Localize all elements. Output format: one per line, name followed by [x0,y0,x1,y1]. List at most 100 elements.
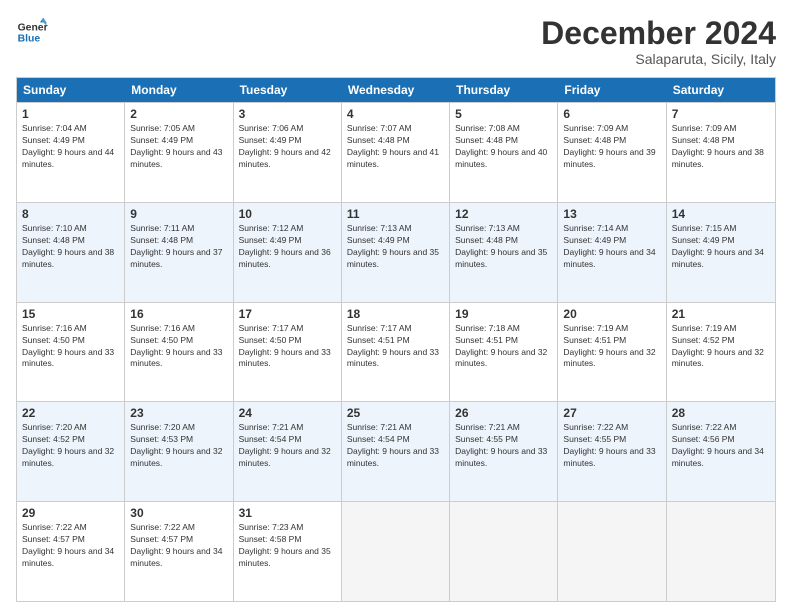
day-cell: 15Sunrise: 7:16 AM Sunset: 4:50 PM Dayli… [17,303,125,402]
day-info: Sunrise: 7:04 AM Sunset: 4:49 PM Dayligh… [22,123,119,171]
day-cell: 29 Sunrise: 7:22 AM Sunset: 4:57 PM Dayli… [17,502,125,601]
day-info: Sunrise: 7:21 AM Sunset: 4:54 PM Dayligh… [239,422,336,470]
day-number: 8 [22,207,119,221]
day-number: 31 [239,506,336,520]
day-cell: 31 Sunrise: 7:23 AM Sunset: 4:58 PM Dayli… [234,502,342,601]
day-info: Sunrise: 7:21 AM Sunset: 4:54 PM Dayligh… [347,422,444,470]
calendar-row: 8 Sunrise: 7:10 AM Sunset: 4:48 PM Daylig… [17,202,775,302]
day-info: Sunrise: 7:10 AM Sunset: 4:48 PM Dayligh… [22,223,119,271]
svg-text:General: General [18,22,48,33]
title-area: December 2024 Salaparuta, Sicily, Italy [541,16,776,67]
day-cell: 6 Sunrise: 7:09 AM Sunset: 4:48 PM Daylig… [558,103,666,202]
day-number: 20 [563,307,660,321]
day-number: 28 [672,406,770,420]
day-cell: 17Sunrise: 7:17 AM Sunset: 4:50 PM Dayli… [234,303,342,402]
day-cell: 2 Sunrise: 7:05 AM Sunset: 4:49 PM Daylig… [125,103,233,202]
day-cell: 24 Sunrise: 7:21 AM Sunset: 4:54 PM Dayli… [234,402,342,501]
day-number: 16 [130,307,227,321]
day-info: Sunrise: 7:19 AM Sunset: 4:52 PM Dayligh… [672,323,770,371]
day-info: Sunrise: 7:22 AM Sunset: 4:57 PM Dayligh… [22,522,119,570]
day-number: 5 [455,107,552,121]
calendar: SundayMondayTuesdayWednesdayThursdayFrid… [16,77,776,602]
empty-cell [342,502,450,601]
day-cell: 28 Sunrise: 7:22 AM Sunset: 4:56 PM Dayli… [667,402,775,501]
day-info: Sunrise: 7:13 AM Sunset: 4:49 PM Dayligh… [347,223,444,271]
day-cell: 7 Sunrise: 7:09 AM Sunset: 4:48 PM Daylig… [667,103,775,202]
calendar-row: 15Sunrise: 7:16 AM Sunset: 4:50 PM Dayli… [17,302,775,402]
empty-cell [558,502,666,601]
page-header: General Blue December 2024 Salaparuta, S… [16,16,776,67]
day-number: 2 [130,107,227,121]
empty-cell [667,502,775,601]
day-number: 11 [347,207,444,221]
month-title: December 2024 [541,16,776,51]
weekday-header: Wednesday [342,78,450,102]
day-number: 23 [130,406,227,420]
day-info: Sunrise: 7:18 AM Sunset: 4:51 PM Dayligh… [455,323,552,371]
day-cell: 1Sunrise: 7:04 AM Sunset: 4:49 PM Daylig… [17,103,125,202]
logo-icon: General Blue [16,16,48,48]
day-info: Sunrise: 7:12 AM Sunset: 4:49 PM Dayligh… [239,223,336,271]
day-cell: 4 Sunrise: 7:07 AM Sunset: 4:48 PM Daylig… [342,103,450,202]
day-number: 29 [22,506,119,520]
day-info: Sunrise: 7:08 AM Sunset: 4:48 PM Dayligh… [455,123,552,171]
day-info: Sunrise: 7:09 AM Sunset: 4:48 PM Dayligh… [563,123,660,171]
day-cell: 16Sunrise: 7:16 AM Sunset: 4:50 PM Dayli… [125,303,233,402]
day-cell: 25 Sunrise: 7:21 AM Sunset: 4:54 PM Dayli… [342,402,450,501]
day-cell: 27 Sunrise: 7:22 AM Sunset: 4:55 PM Dayli… [558,402,666,501]
calendar-row: 29 Sunrise: 7:22 AM Sunset: 4:57 PM Dayli… [17,501,775,601]
day-cell: 8 Sunrise: 7:10 AM Sunset: 4:48 PM Daylig… [17,203,125,302]
day-number: 12 [455,207,552,221]
day-info: Sunrise: 7:07 AM Sunset: 4:48 PM Dayligh… [347,123,444,171]
day-info: Sunrise: 7:21 AM Sunset: 4:55 PM Dayligh… [455,422,552,470]
weekday-header: Monday [125,78,233,102]
day-cell: 13 Sunrise: 7:14 AM Sunset: 4:49 PM Dayli… [558,203,666,302]
logo: General Blue [16,16,48,48]
day-info: Sunrise: 7:13 AM Sunset: 4:48 PM Dayligh… [455,223,552,271]
day-number: 7 [672,107,770,121]
day-info: Sunrise: 7:05 AM Sunset: 4:49 PM Dayligh… [130,123,227,171]
day-cell: 21 Sunrise: 7:19 AM Sunset: 4:52 PM Dayli… [667,303,775,402]
day-info: Sunrise: 7:22 AM Sunset: 4:57 PM Dayligh… [130,522,227,570]
day-number: 17 [239,307,336,321]
empty-cell [450,502,558,601]
day-info: Sunrise: 7:19 AM Sunset: 4:51 PM Dayligh… [563,323,660,371]
day-number: 10 [239,207,336,221]
day-number: 6 [563,107,660,121]
weekday-header: Sunday [17,78,125,102]
day-number: 4 [347,107,444,121]
day-cell: 10 Sunrise: 7:12 AM Sunset: 4:49 PM Dayli… [234,203,342,302]
weekday-header: Friday [558,78,666,102]
day-number: 24 [239,406,336,420]
day-cell: 14Sunrise: 7:15 AM Sunset: 4:49 PM Dayli… [667,203,775,302]
day-info: Sunrise: 7:22 AM Sunset: 4:56 PM Dayligh… [672,422,770,470]
day-info: Sunrise: 7:20 AM Sunset: 4:52 PM Dayligh… [22,422,119,470]
day-number: 27 [563,406,660,420]
svg-text:Blue: Blue [18,34,41,45]
day-number: 19 [455,307,552,321]
day-number: 25 [347,406,444,420]
day-number: 21 [672,307,770,321]
day-info: Sunrise: 7:22 AM Sunset: 4:55 PM Dayligh… [563,422,660,470]
day-cell: 5 Sunrise: 7:08 AM Sunset: 4:48 PM Daylig… [450,103,558,202]
weekday-header: Saturday [667,78,775,102]
weekday-header: Thursday [450,78,558,102]
day-cell: 19 Sunrise: 7:18 AM Sunset: 4:51 PM Dayli… [450,303,558,402]
day-number: 18 [347,307,444,321]
day-number: 22 [22,406,119,420]
day-info: Sunrise: 7:23 AM Sunset: 4:58 PM Dayligh… [239,522,336,570]
day-cell: 30Sunrise: 7:22 AM Sunset: 4:57 PM Dayli… [125,502,233,601]
day-cell: 18Sunrise: 7:17 AM Sunset: 4:51 PM Dayli… [342,303,450,402]
day-cell: 3Sunrise: 7:06 AM Sunset: 4:49 PM Daylig… [234,103,342,202]
day-number: 26 [455,406,552,420]
day-number: 13 [563,207,660,221]
day-info: Sunrise: 7:14 AM Sunset: 4:49 PM Dayligh… [563,223,660,271]
day-info: Sunrise: 7:20 AM Sunset: 4:53 PM Dayligh… [130,422,227,470]
day-cell: 23 Sunrise: 7:20 AM Sunset: 4:53 PM Dayli… [125,402,233,501]
calendar-body: 1Sunrise: 7:04 AM Sunset: 4:49 PM Daylig… [17,102,775,601]
day-cell: 22 Sunrise: 7:20 AM Sunset: 4:52 PM Dayli… [17,402,125,501]
day-cell: 9Sunrise: 7:11 AM Sunset: 4:48 PM Daylig… [125,203,233,302]
day-info: Sunrise: 7:16 AM Sunset: 4:50 PM Dayligh… [22,323,119,371]
day-cell: 26 Sunrise: 7:21 AM Sunset: 4:55 PM Dayli… [450,402,558,501]
day-info: Sunrise: 7:09 AM Sunset: 4:48 PM Dayligh… [672,123,770,171]
